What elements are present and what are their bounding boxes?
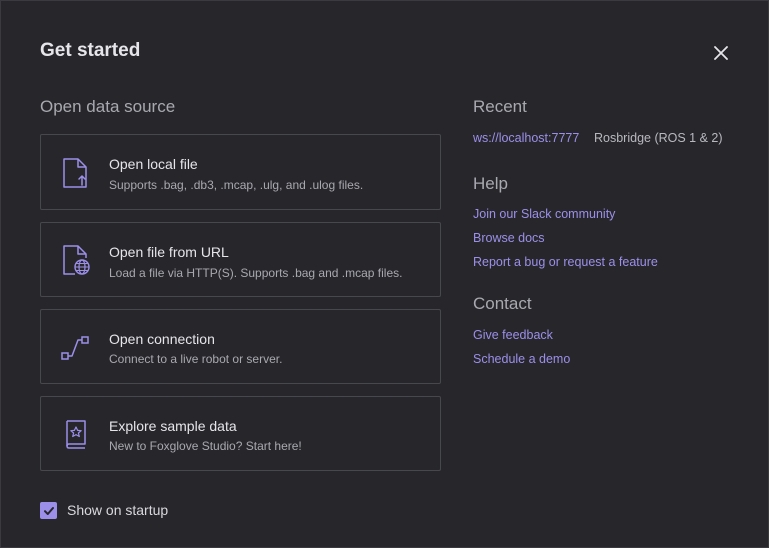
dialog-title: Get started [40, 40, 141, 61]
open-data-source-heading: Open data source [40, 97, 176, 116]
browse-docs-link[interactable]: Browse docs [473, 231, 545, 245]
help-heading: Help [473, 174, 508, 193]
checkmark-icon [43, 506, 54, 515]
show-on-startup-label: Show on startup [67, 502, 169, 518]
card-title: Open file from URL [109, 244, 229, 260]
explore-sample-data-card[interactable]: Explore sample data New to Foxglove Stud… [40, 396, 441, 471]
card-title: Open connection [109, 331, 215, 347]
card-description: Load a file via HTTP(S). Supports .bag a… [109, 266, 403, 280]
card-description: Connect to a live robot or server. [109, 352, 283, 366]
card-title: Explore sample data [109, 418, 237, 434]
give-feedback-link[interactable]: Give feedback [473, 328, 553, 342]
show-on-startup-checkbox[interactable] [40, 502, 57, 519]
card-title: Open local file [109, 156, 198, 172]
recent-item-description: Rosbridge (ROS 1 & 2) [594, 131, 723, 145]
card-description: New to Foxglove Studio? Start here! [109, 439, 302, 453]
card-description: Supports .bag, .db3, .mcap, .ulg, and .u… [109, 178, 364, 192]
slack-community-link[interactable]: Join our Slack community [473, 207, 615, 221]
report-bug-link[interactable]: Report a bug or request a feature [473, 255, 658, 269]
close-icon [714, 46, 728, 60]
close-button[interactable] [709, 41, 733, 65]
open-file-from-url-card[interactable]: Open file from URL Load a file via HTTP(… [40, 222, 441, 297]
file-globe-icon [63, 245, 90, 275]
connection-icon [61, 336, 89, 360]
schedule-demo-link[interactable]: Schedule a demo [473, 352, 570, 366]
recent-item-link[interactable]: ws://localhost:7777 [473, 131, 579, 145]
sample-book-icon [66, 420, 86, 449]
open-connection-card[interactable]: Open connection Connect to a live robot … [40, 309, 441, 384]
file-upload-icon [63, 158, 87, 188]
recent-heading: Recent [473, 97, 527, 116]
open-local-file-card[interactable]: Open local file Supports .bag, .db3, .mc… [40, 134, 441, 210]
get-started-dialog: Get started Open data source Open local … [0, 0, 769, 548]
contact-heading: Contact [473, 294, 532, 313]
